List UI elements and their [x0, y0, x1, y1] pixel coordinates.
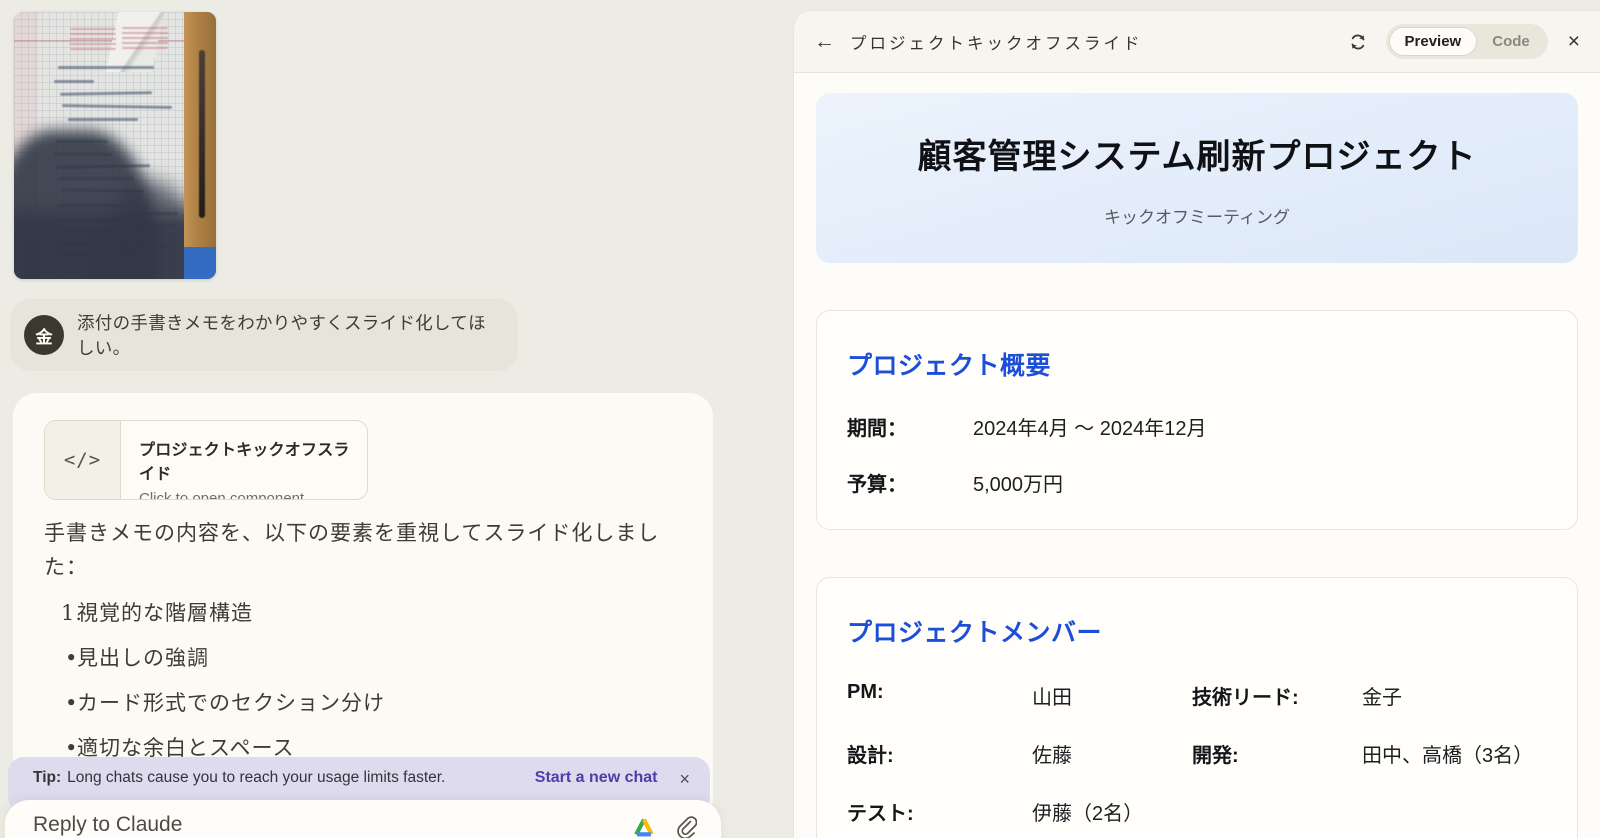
tip-label: Tip:	[33, 769, 61, 787]
artifact-chip[interactable]: </> プロジェクトキックオフスライド Click to open compon…	[44, 420, 368, 500]
overview-card: プロジェクト概要 期間： 2024年4月 ～ 2024年12月 予算： 5,00…	[816, 310, 1578, 530]
member-row: 技術リード: 金子	[1192, 681, 1547, 710]
user-avatar: 金	[24, 315, 64, 355]
list-item: 1. 視覚的な階層構造	[44, 599, 689, 627]
slide-title: 顧客管理システム刷新プロジェクト	[918, 129, 1477, 178]
artifact-chip-subtitle: Click to open component	[139, 490, 351, 500]
response-list: 1. 視覚的な階層構造 • 見出しの強調 • カード形式でのセクション分け • …	[44, 599, 689, 762]
mini-calendar	[70, 28, 116, 50]
overview-row: 期間： 2024年4月 ～ 2024年12月	[847, 412, 1547, 441]
tip-message: Long chats cause you to reach your usage…	[67, 769, 445, 787]
member-row: 開発: 田中、高橋（3名）	[1192, 739, 1547, 768]
tab-preview[interactable]: Preview	[1389, 27, 1478, 56]
list-item: • 見出しの強調	[44, 644, 689, 672]
back-button[interactable]: ←	[814, 31, 835, 52]
code-icon: </>	[45, 421, 121, 499]
list-number: 1.	[44, 599, 74, 627]
members-card: プロジェクトメンバー PM: 山田 技術リード: 金子 設計: 佐藤 開発: 田…	[816, 577, 1578, 838]
artifact-title: プロジェクトキックオフスライド	[850, 30, 1143, 54]
user-message-text: 添付の手書きメモをわかりやすくスライド化してほしい。	[77, 310, 496, 360]
panel-close-icon[interactable]: ×	[1568, 31, 1580, 52]
artifact-chip-title: プロジェクトキックオフスライド	[139, 436, 351, 484]
response-intro: 手書きメモの内容を、以下の要素を重視してスライド化しました：	[44, 516, 676, 584]
overview-row: 予算： 5,000万円	[847, 468, 1547, 497]
google-drive-icon[interactable]	[633, 817, 655, 837]
chat-pane: 金 添付の手書きメモをわかりやすくスライド化してほしい。 </> プロジェクトキ…	[0, 0, 793, 838]
pen	[199, 50, 205, 218]
mini-calendar	[122, 27, 168, 49]
member-row: 設計: 佐藤	[847, 739, 1192, 768]
members-heading: プロジェクトメンバー	[847, 613, 1547, 649]
wood-desk	[184, 12, 216, 279]
start-new-chat-link[interactable]: Start a new chat	[535, 769, 658, 787]
composer-placeholder: Reply to Claude	[33, 813, 182, 837]
list-item: • カード形式でのセクション分け	[44, 689, 689, 717]
slide-hero: 顧客管理システム刷新プロジェクト キックオフミーティング	[816, 93, 1578, 263]
artifact-panel-header: ← プロジェクトキックオフスライド Preview Code ×	[794, 11, 1600, 73]
preview-code-toggle: Preview Code	[1386, 24, 1548, 59]
user-message: 金 添付の手書きメモをわかりやすくスライド化してほしい。	[10, 299, 518, 371]
photo-shadow	[14, 212, 204, 279]
bullet-icon: •	[44, 644, 74, 672]
bullet-icon: •	[44, 689, 74, 717]
paperclip-icon[interactable]	[675, 815, 697, 838]
member-row: PM: 山田	[847, 681, 1192, 710]
slide-subtitle: キックオフミーティング	[1104, 203, 1290, 228]
tab-code[interactable]: Code	[1477, 28, 1545, 55]
attachment-thumbnail[interactable]	[14, 12, 216, 279]
slide-preview: 顧客管理システム刷新プロジェクト キックオフミーティング プロジェクト概要 期間…	[794, 73, 1600, 838]
tip-close-icon[interactable]: ×	[679, 769, 690, 789]
member-row: テスト: 伊藤（2名）	[847, 797, 1192, 826]
refresh-icon[interactable]	[1348, 32, 1368, 52]
artifact-panel: ← プロジェクトキックオフスライド Preview Code × 顧客管理システ…	[793, 10, 1600, 838]
overview-heading: プロジェクト概要	[847, 346, 1547, 382]
reply-composer[interactable]: Reply to Claude	[5, 800, 721, 838]
